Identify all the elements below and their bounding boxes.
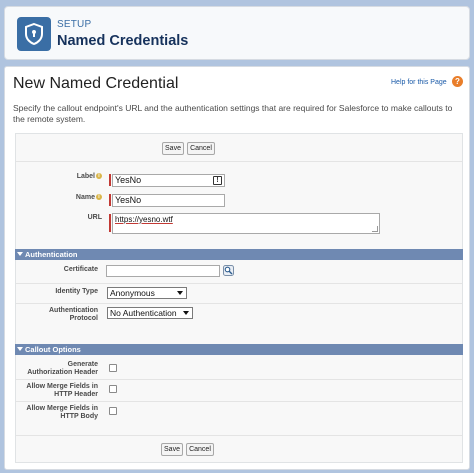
required-indicator (109, 194, 111, 206)
required-indicator (109, 214, 111, 232)
label-field-label: Label i (56, 173, 102, 181)
authentication-section-header[interactable]: Authentication (15, 249, 463, 260)
divider (16, 283, 462, 284)
chevron-down-icon (177, 291, 183, 295)
cancel-button-top[interactable]: Cancel (187, 142, 215, 155)
certificate-input[interactable] (106, 265, 220, 277)
page-header-title: Named Credentials (57, 33, 189, 49)
cancel-button-bottom[interactable]: Cancel (186, 443, 214, 456)
generate-authorization-header-label: Generate Authorization Header (27, 361, 98, 376)
save-button-top[interactable]: Save (162, 142, 184, 155)
info-icon[interactable]: i (96, 173, 102, 180)
page-description: Specify the callout endpoint's URL and t… (13, 103, 453, 124)
label-input[interactable]: YesNo (112, 174, 225, 187)
url-field-label: URL (87, 214, 102, 221)
shield-icon (17, 17, 51, 51)
save-button-bottom[interactable]: Save (161, 443, 183, 456)
collapse-triangle-icon (17, 252, 23, 256)
certificate-label: Certificate (63, 266, 98, 273)
info-icon[interactable]: i (96, 194, 102, 201)
breadcrumb-setup[interactable]: SETUP (57, 19, 91, 30)
merge-fields-header-checkbox[interactable] (109, 385, 117, 393)
url-textarea[interactable]: https://yesno.wtf (112, 213, 380, 234)
name-field-label: Name i (56, 194, 102, 202)
setup-header: SETUP Named Credentials (4, 6, 470, 60)
divider (16, 303, 462, 304)
divider (16, 161, 462, 162)
merge-fields-body-checkbox[interactable] (109, 407, 117, 415)
divider (16, 379, 462, 380)
merge-fields-header-label: Allow Merge Fields in HTTP Header (26, 383, 98, 398)
authentication-protocol-label: Authentication Protocol (49, 307, 98, 322)
main-card: New Named Credential Help for this Page … (4, 66, 470, 470)
autofill-key-icon: ! (213, 176, 222, 185)
divider (16, 435, 462, 436)
divider (16, 401, 462, 402)
authentication-protocol-select[interactable]: No Authentication (107, 307, 193, 319)
chevron-down-icon (183, 311, 189, 315)
merge-fields-body-label: Allow Merge Fields in HTTP Body (26, 405, 98, 420)
help-icon[interactable]: ? (452, 76, 463, 87)
generate-authorization-header-checkbox[interactable] (109, 364, 117, 372)
callout-options-section-header[interactable]: Callout Options (15, 344, 463, 355)
page-title: New Named Credential (13, 75, 179, 92)
required-indicator (109, 174, 111, 186)
url-value: https://yesno.wtf (115, 215, 173, 224)
lookup-search-icon[interactable] (223, 265, 234, 276)
name-input[interactable]: YesNo (112, 194, 225, 207)
identity-type-label: Identity Type (55, 288, 98, 295)
collapse-triangle-icon (17, 347, 23, 351)
help-link[interactable]: Help for this Page (391, 79, 447, 86)
resize-handle[interactable] (372, 226, 378, 232)
identity-type-select[interactable]: Anonymous (107, 287, 187, 299)
